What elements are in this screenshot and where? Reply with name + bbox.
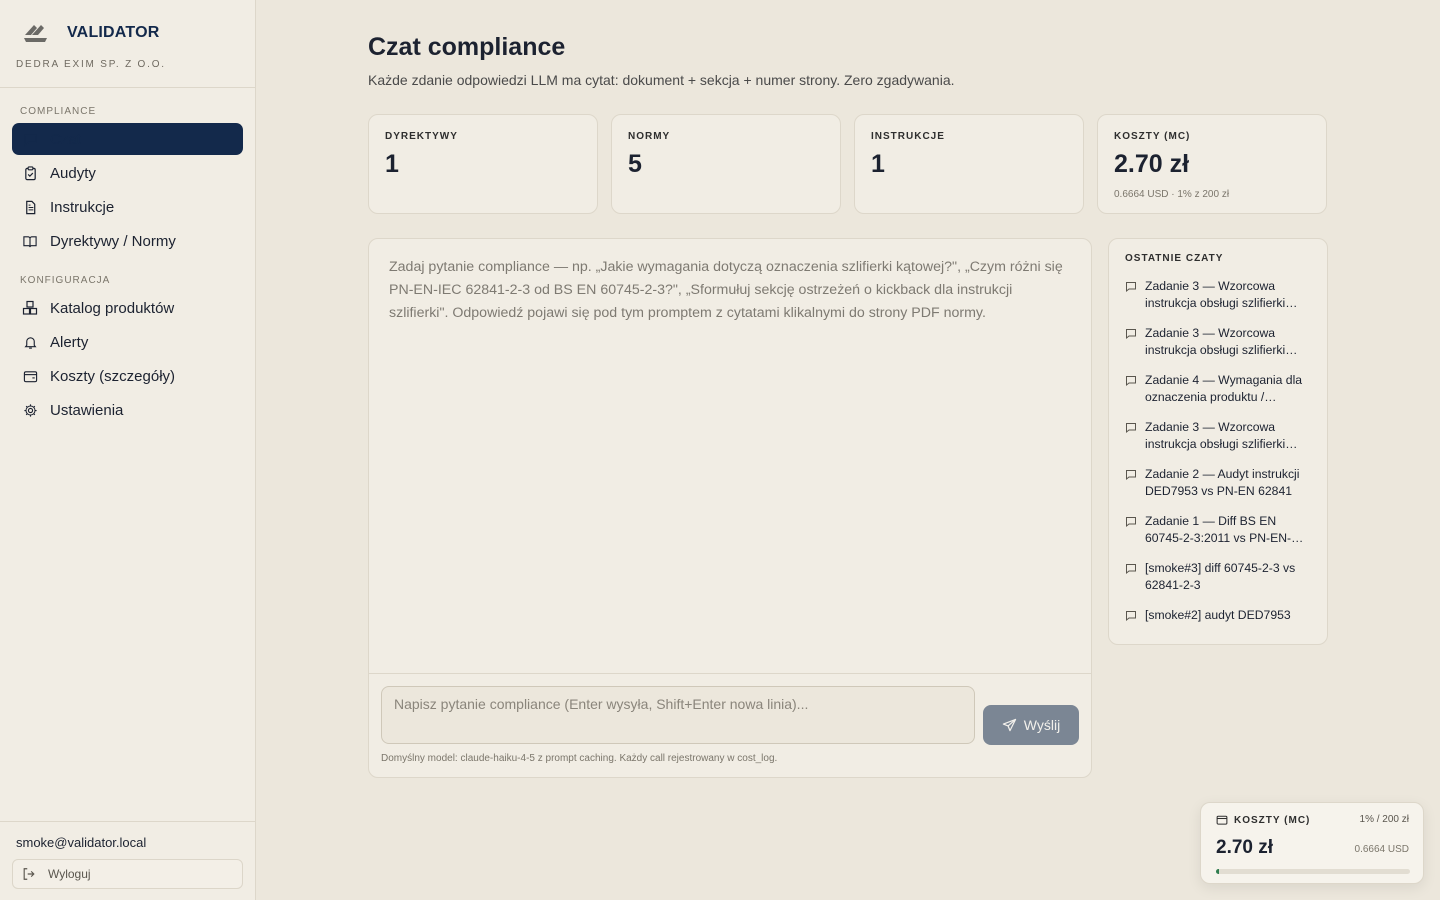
logout-icon	[22, 867, 36, 881]
stat-label: DYREKTYWY	[385, 131, 458, 142]
recent-chats-list: Zadanie 3 — Wzorcowa instrukcja obsługi …	[1125, 278, 1311, 627]
recent-chat-title: Zadanie 3 — Wzorcowa instrukcja obsługi …	[1145, 420, 1286, 451]
recent-chat-item[interactable]: [smoke#2] audyt DED7953	[1125, 607, 1311, 627]
page-subtitle: Każde zdanie odpowiedzi LLM ma cytat: do…	[368, 72, 955, 88]
sidebar-item-label: Czat	[50, 130, 81, 148]
recent-chat-item[interactable]: [smoke#3] diff 60745-2-3 vs 62841-2-3	[1125, 560, 1311, 594]
cost-progress-fill	[1216, 869, 1219, 874]
stat-value: 5	[628, 150, 642, 178]
recent-chat-title: [smoke#3] diff 60745-2-3 vs 62841-2-3	[1145, 561, 1296, 592]
recent-chat-title: Zadanie 2 — Audyt instrukcji DED7953 vs …	[1145, 467, 1300, 498]
nav-section-konfiguracja: KONFIGURACJA	[20, 275, 111, 286]
wallet-icon	[1216, 814, 1228, 826]
recent-chat-title: [smoke#2] audyt DED7953	[1145, 608, 1291, 622]
stat-card-koszty: KOSZTY (MC) 2.70 zł 0.6664 USD · 1% z 20…	[1097, 114, 1327, 214]
message-icon	[1125, 469, 1137, 500]
cost-widget[interactable]: KOSZTY (MC) 1% / 200 zł 2.70 zł 0.6664 U…	[1200, 802, 1424, 884]
book-open-icon	[22, 233, 38, 249]
user-email: smoke@validator.local	[16, 835, 147, 850]
sidebar-item-label: Katalog produktów	[50, 299, 175, 317]
recent-chat-item[interactable]: Zadanie 3 — Wzorcowa instrukcja obsługi …	[1125, 419, 1311, 453]
recent-chats-panel: OSTATNIE CZATY Zadanie 3 — Wzorcowa inst…	[1108, 238, 1328, 645]
sidebar-item-alerty[interactable]: Alerty	[12, 326, 243, 358]
send-icon	[1002, 718, 1017, 733]
cost-widget-value: 2.70 zł	[1216, 837, 1274, 858]
recent-chat-title: Zadanie 3 — Wzorcowa instrukcja obsługi …	[1145, 279, 1286, 310]
sidebar-item-label: Alerty	[50, 333, 89, 351]
sidebar-footer: smoke@validator.local Wyloguj	[0, 821, 255, 900]
message-icon	[1125, 610, 1137, 627]
wallet-icon	[22, 368, 38, 384]
recent-chat-title: Zadanie 3 — Wzorcowa instrukcja obsługi …	[1145, 326, 1286, 357]
stat-card-normy: NORMY 5	[611, 114, 841, 214]
message-icon	[22, 131, 38, 147]
sidebar-item-czat[interactable]: Czat	[12, 123, 243, 155]
sidebar-item-label: Dyrektywy / Normy	[50, 232, 176, 250]
bell-icon	[22, 334, 38, 350]
cost-progress-bar	[1216, 869, 1410, 874]
brand: VALIDATOR DEDRA EXIM SP. Z O.O.	[0, 0, 255, 88]
chat-panel: Zadaj pytanie compliance — np. „Jakie wy…	[368, 238, 1092, 778]
sidebar-item-label: Koszty (szczegóły)	[50, 367, 176, 385]
recent-chats-title: OSTATNIE CZATY	[1125, 253, 1224, 264]
logout-label: Wyloguj	[48, 867, 91, 881]
message-icon	[1125, 422, 1137, 453]
recent-chat-item[interactable]: Zadanie 4 — Wymagania dla oznaczenia pro…	[1125, 372, 1311, 406]
recent-chat-item[interactable]: Zadanie 3 — Wzorcowa instrukcja obsługi …	[1125, 325, 1311, 359]
send-button[interactable]: Wyślij	[983, 705, 1079, 745]
boxes-icon	[22, 300, 38, 316]
chat-empty-hint: Zadaj pytanie compliance — np. „Jakie wy…	[389, 259, 1063, 321]
gear-icon	[22, 402, 38, 418]
stat-label: INSTRUKCJE	[871, 131, 945, 142]
message-icon	[1125, 563, 1137, 594]
stat-value: 2.70 zł	[1114, 150, 1190, 178]
sidebar-item-label: Ustawienia	[50, 401, 124, 419]
nav-section-compliance: COMPLIANCE	[20, 106, 97, 117]
sidebar-item-label: Instrukcje	[50, 198, 115, 216]
stat-value: 1	[871, 150, 885, 178]
sidebar-item-ustawienia[interactable]: Ustawienia	[12, 394, 243, 426]
send-label: Wyślij	[1023, 717, 1061, 733]
chat-input[interactable]	[381, 686, 975, 744]
chat-input-zone: Wyślij Domyślny model: claude-haiku-4-5 …	[369, 673, 1091, 777]
page-title: Czat compliance	[368, 33, 566, 61]
stat-card-instrukcje: INSTRUKCJE 1	[854, 114, 1084, 214]
cost-widget-label: KOSZTY (MC)	[1234, 814, 1311, 826]
recent-chat-item[interactable]: Zadanie 1 — Diff BS EN 60745-2-3:2011 vs…	[1125, 513, 1311, 547]
brand-name: VALIDATOR	[67, 24, 160, 41]
recent-chat-item[interactable]: Zadanie 2 — Audyt instrukcji DED7953 vs …	[1125, 466, 1311, 500]
cost-widget-usd: 0.6664 USD	[1354, 844, 1409, 855]
file-text-icon	[22, 199, 38, 215]
stat-subtext: 0.6664 USD · 1% z 200 zł	[1114, 189, 1230, 200]
sidebar: VALIDATOR DEDRA EXIM SP. Z O.O. COMPLIAN…	[0, 0, 256, 900]
sidebar-item-koszty[interactable]: Koszty (szczegóły)	[12, 360, 243, 392]
model-note: Domyślny model: claude-haiku-4-5 z promp…	[381, 753, 778, 764]
message-icon	[1125, 328, 1137, 359]
message-icon	[1125, 516, 1137, 547]
stat-label: NORMY	[628, 131, 671, 142]
message-icon	[1125, 375, 1137, 406]
validator-logo-icon	[22, 20, 50, 46]
stat-value: 1	[385, 150, 399, 178]
cost-widget-label-row: KOSZTY (MC)	[1216, 814, 1310, 826]
clipboard-check-icon	[22, 165, 38, 181]
sidebar-item-dyrektywy-normy[interactable]: Dyrektywy / Normy	[12, 225, 243, 257]
logout-button[interactable]: Wyloguj	[12, 859, 243, 889]
sidebar-item-katalog-produktow[interactable]: Katalog produktów	[12, 292, 243, 324]
stat-card-dyrektywy: DYREKTYWY 1	[368, 114, 598, 214]
recent-chat-title: Zadanie 4 — Wymagania dla oznaczenia pro…	[1145, 373, 1303, 404]
cost-widget-percent: 1% / 200 zł	[1359, 814, 1409, 825]
recent-chat-item[interactable]: Zadanie 3 — Wzorcowa instrukcja obsługi …	[1125, 278, 1311, 312]
sidebar-item-instrukcje[interactable]: Instrukcje	[12, 191, 243, 223]
sidebar-item-label: Audyty	[50, 164, 96, 182]
sidebar-item-audyty[interactable]: Audyty	[12, 157, 243, 189]
stat-label: KOSZTY (MC)	[1114, 131, 1191, 142]
message-icon	[1125, 281, 1137, 312]
recent-chat-title: Zadanie 1 — Diff BS EN 60745-2-3:2011 vs…	[1145, 514, 1292, 545]
company-name: DEDRA EXIM SP. Z O.O.	[16, 59, 166, 70]
